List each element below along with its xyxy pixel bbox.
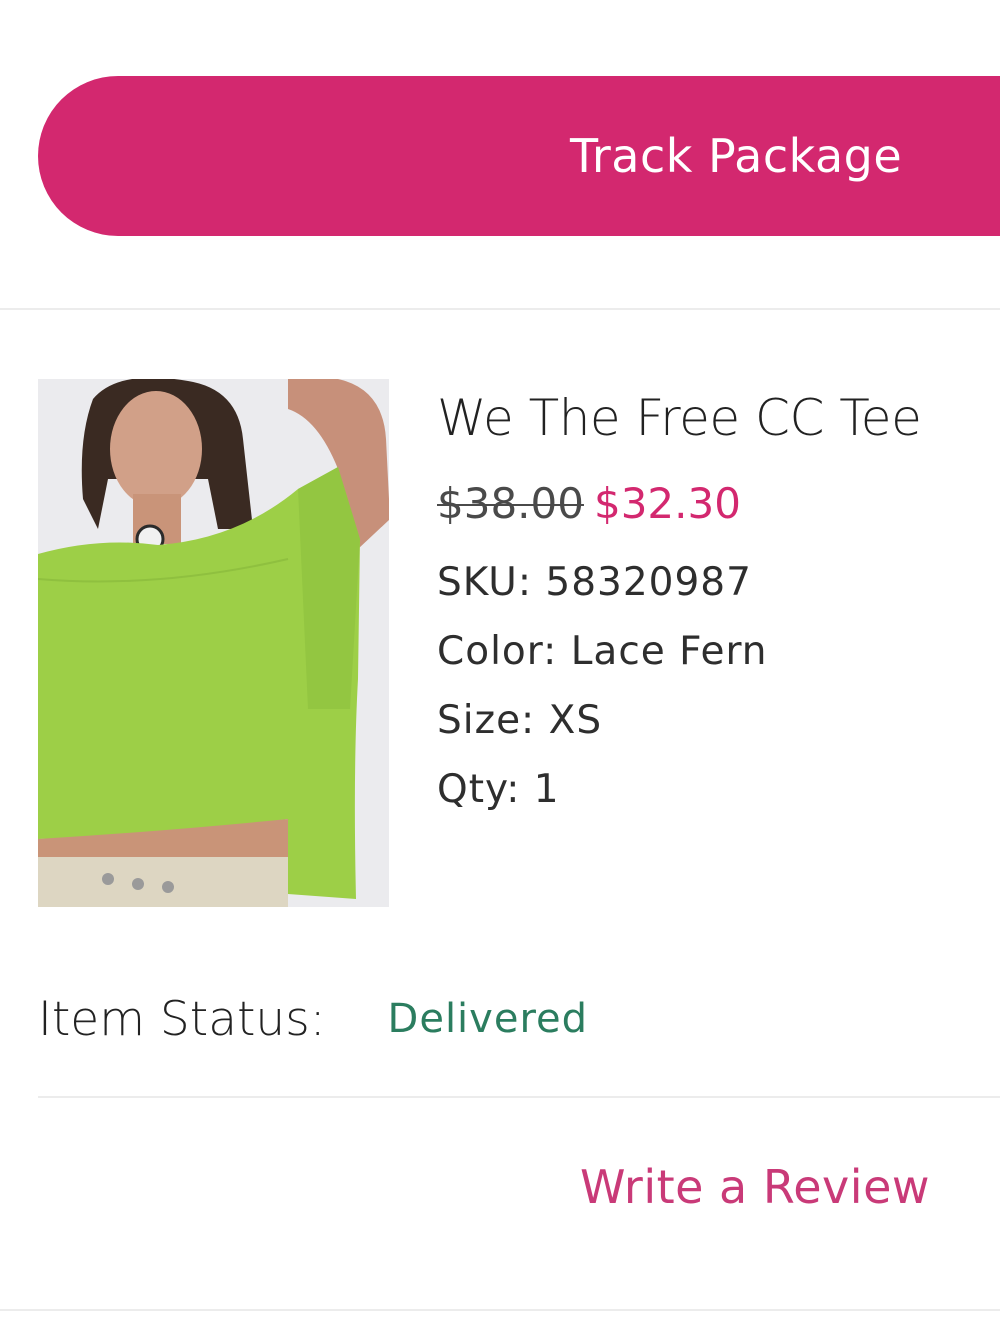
product-image[interactable] <box>38 379 389 907</box>
size-value: XS <box>548 698 603 743</box>
section-divider <box>38 1096 1000 1098</box>
sku-label: SKU: <box>437 560 532 605</box>
item-status-label: Item Status: <box>38 991 326 1047</box>
track-package-label: Track Package <box>570 129 903 183</box>
color-value: Lace Fern <box>570 629 768 674</box>
qty-row: Qty: 1 <box>437 755 997 824</box>
sku-row: SKU: 58320987 <box>437 548 997 617</box>
qty-value: 1 <box>533 767 560 812</box>
color-label: Color: <box>437 629 558 674</box>
sku-value: 58320987 <box>545 560 752 605</box>
section-divider <box>0 308 1000 310</box>
product-details: We The Free CC Tee $38.00 $32.30 SKU: 583… <box>437 380 997 824</box>
item-status-row: Item Status: Delivered <box>38 984 588 1054</box>
qty-label: Qty: <box>437 767 521 812</box>
price-row: $38.00 $32.30 <box>437 474 997 534</box>
size-row: Size: XS <box>437 686 997 755</box>
color-row: Color: Lace Fern <box>437 617 997 686</box>
size-label: Size: <box>437 698 536 743</box>
product-title[interactable]: We The Free CC Tee <box>437 380 997 460</box>
write-review-link[interactable]: Write a Review <box>580 1160 930 1214</box>
section-divider <box>0 1309 1000 1311</box>
sale-price: $32.30 <box>593 479 741 528</box>
track-package-button[interactable]: Track Package <box>38 76 1000 236</box>
original-price: $38.00 <box>437 479 584 528</box>
item-status-value: Delivered <box>387 996 589 1042</box>
